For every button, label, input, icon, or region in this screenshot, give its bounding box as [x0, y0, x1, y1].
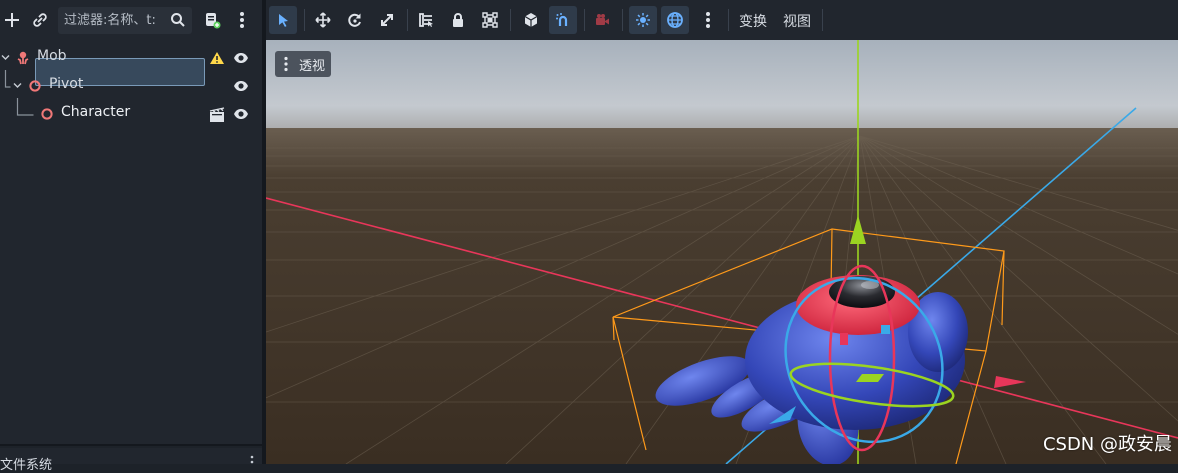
kebab-menu-icon — [240, 12, 244, 28]
scale-mode-button[interactable] — [373, 6, 401, 34]
tree-label-mob: Mob — [37, 48, 67, 64]
rotate-mode-button[interactable] — [341, 6, 369, 34]
viewport-toolbar: 变换 视图 — [266, 0, 1178, 40]
toolbar-separator — [822, 9, 823, 31]
tree-item-pivot[interactable]: Pivot — [0, 72, 262, 99]
link-icon — [33, 13, 47, 27]
select-mode-button[interactable] — [269, 6, 297, 34]
chevron-down-icon[interactable] — [13, 81, 22, 90]
warning-icon[interactable] — [209, 51, 225, 65]
snap-magnet-icon — [556, 13, 568, 26]
open-in-editor-icon[interactable] — [208, 107, 226, 123]
use-snap-button[interactable] — [549, 6, 577, 34]
mob-node-icon — [17, 51, 29, 65]
toolbar-separator — [728, 9, 729, 31]
group-button[interactable] — [476, 6, 504, 34]
list-select-icon — [419, 13, 433, 27]
visibility-eye-icon[interactable] — [233, 51, 249, 65]
filter-input[interactable] — [64, 11, 164, 29]
node3d-icon — [41, 108, 53, 120]
kebab-menu-icon — [284, 56, 288, 72]
toolbar-separator — [622, 9, 623, 31]
kebab-menu-icon[interactable] — [250, 455, 254, 464]
sun-icon — [636, 13, 650, 27]
toolbar-separator — [304, 9, 305, 31]
kebab-menu-icon — [706, 12, 710, 28]
toolbar-separator — [584, 9, 585, 31]
visibility-eye-icon[interactable] — [233, 79, 249, 93]
move-mode-button[interactable] — [309, 6, 337, 34]
filesystem-dock-tab[interactable]: 文件系统 — [0, 448, 262, 473]
chevron-down-icon[interactable] — [1, 53, 10, 62]
plus-icon — [5, 13, 19, 27]
lock-icon — [453, 13, 463, 27]
filter-box — [58, 7, 192, 34]
tree-item-mob[interactable]: Mob — [0, 44, 262, 71]
group-icon — [482, 12, 498, 28]
environment-settings-menu-button[interactable] — [694, 6, 722, 34]
viewport-scene — [266, 40, 1178, 464]
list-selectable-button[interactable] — [412, 6, 440, 34]
camera-icon — [596, 14, 609, 25]
lock-button[interactable] — [444, 6, 472, 34]
search-icon[interactable] — [170, 12, 186, 28]
tree-label-character: Character — [61, 104, 131, 120]
toggle-preview-environment-button[interactable] — [661, 6, 689, 34]
transform-menu[interactable]: 变换 — [739, 11, 767, 31]
snap-to-floor-button[interactable] — [517, 6, 545, 34]
tree-item-character[interactable]: Character — [0, 100, 262, 127]
toggle-preview-sun-button[interactable] — [629, 6, 657, 34]
tree-label-pivot: Pivot — [49, 76, 84, 92]
scene-dock-menu-button[interactable] — [230, 8, 254, 32]
toolbar-separator — [407, 9, 408, 31]
node3d-icon — [29, 80, 41, 92]
scene-toolbar — [0, 0, 262, 40]
scene-dock: Mob Pivot Character — [0, 0, 262, 446]
cube-icon — [524, 13, 538, 27]
visibility-eye-icon[interactable] — [233, 107, 249, 121]
watermark: CSDN @政安晨 — [1042, 434, 1172, 455]
preview-camera-button[interactable] — [588, 6, 616, 34]
toolbar-separator — [510, 9, 511, 31]
3d-viewport[interactable]: 透视 CSDN @政安晨 — [266, 40, 1178, 464]
perspective-menu-button[interactable]: 透视 — [275, 51, 331, 77]
add-node-button[interactable] — [0, 8, 24, 32]
instance-scene-button[interactable] — [28, 8, 52, 32]
scale-icon — [381, 14, 393, 26]
rotate-icon — [348, 13, 361, 27]
move-icon — [315, 12, 331, 28]
view-menu[interactable]: 视图 — [783, 11, 811, 31]
attach-script-button[interactable] — [200, 8, 224, 32]
script-add-icon — [206, 13, 221, 29]
perspective-label: 透视 — [299, 59, 326, 74]
cursor-arrow-icon — [279, 14, 288, 27]
dock-divider — [0, 444, 262, 446]
globe-icon — [667, 12, 683, 28]
